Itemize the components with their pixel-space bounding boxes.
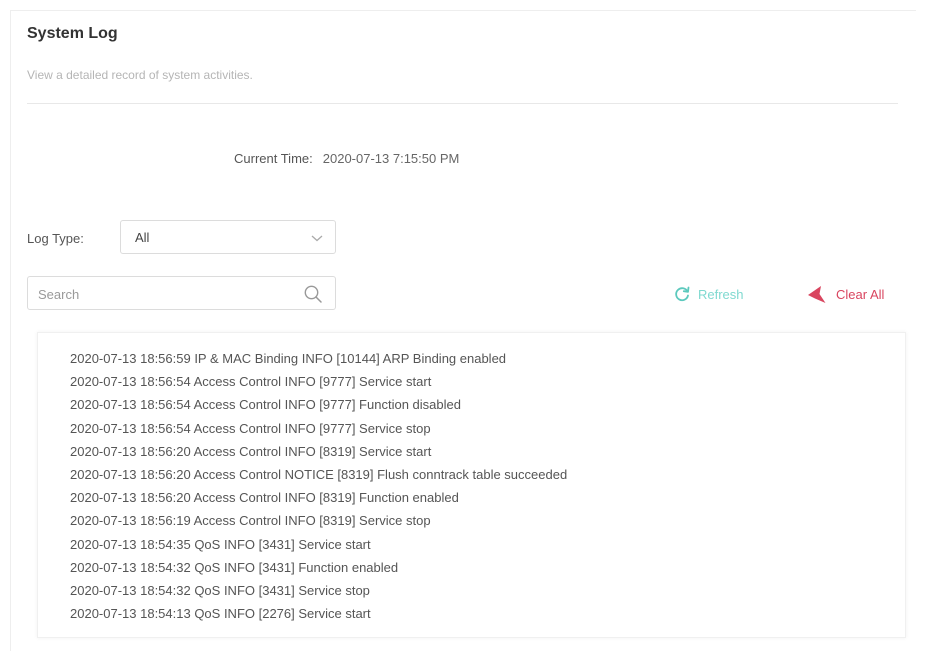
log-entry: 2020-07-13 18:56:59 IP & MAC Binding INF… (70, 351, 507, 366)
clear-all-button[interactable]: Clear All (806, 283, 884, 305)
search-box (27, 276, 336, 310)
log-type-selected-value: All (135, 230, 150, 245)
log-entry: 2020-07-13 18:54:13 QoS INFO [2276] Serv… (70, 606, 371, 622)
log-entry: 2020-07-13 18:54:35 QoS INFO [3431] Serv… (70, 536, 371, 552)
refresh-label: Refresh (698, 286, 744, 302)
log-entry: 2020-07-13 18:56:54 Access Control INFO … (70, 397, 461, 413)
log-entry: 2020-07-13 18:56:19 Access Control INFO … (70, 513, 431, 529)
log-entry: 2020-07-13 18:56:54 Access Control INFO … (70, 374, 432, 390)
log-entry: 2020-07-13 18:56:20 Access Control INFO … (70, 443, 432, 459)
log-entry: 2020-07-13 18:56:20 Access Control INFO … (70, 490, 459, 506)
log-entry: 2020-07-13 18:56:54 Access Control INFO … (70, 420, 431, 436)
page-title: System Log (27, 25, 118, 42)
log-entry: 2020-07-13 18:54:32 QoS INFO [3431] Func… (70, 559, 399, 575)
header-divider (27, 103, 898, 104)
clear-all-label: Clear All (836, 286, 885, 302)
search-icon[interactable] (303, 284, 323, 304)
current-time-value: 2020-07-13 7:15:50 PM (322, 151, 460, 166)
log-entry: 2020-07-13 18:54:32 QoS INFO [3431] Serv… (70, 583, 370, 599)
log-list: 2020-07-13 18:56:59 IP & MAC Binding INF… (70, 347, 567, 625)
refresh-button[interactable]: Refresh (672, 283, 744, 305)
page-subtitle: View a detailed record of system activit… (27, 68, 253, 82)
log-output-box[interactable]: 2020-07-13 18:56:59 IP & MAC Binding INF… (37, 332, 906, 638)
chevron-down-icon (311, 235, 323, 242)
refresh-icon (675, 286, 690, 302)
eraser-icon (808, 286, 826, 303)
log-type-label: Log Type: (27, 231, 84, 246)
current-time-label: Current Time: (234, 151, 313, 166)
log-entry: 2020-07-13 18:56:20 Access Control NOTIC… (70, 467, 568, 483)
system-log-page: System Log View a detailed record of sys… (0, 0, 925, 657)
current-time-row: Current Time: 2020-07-13 7:15:50 PM (234, 151, 459, 166)
log-type-select[interactable]: All (120, 220, 336, 254)
search-input[interactable] (36, 283, 300, 305)
